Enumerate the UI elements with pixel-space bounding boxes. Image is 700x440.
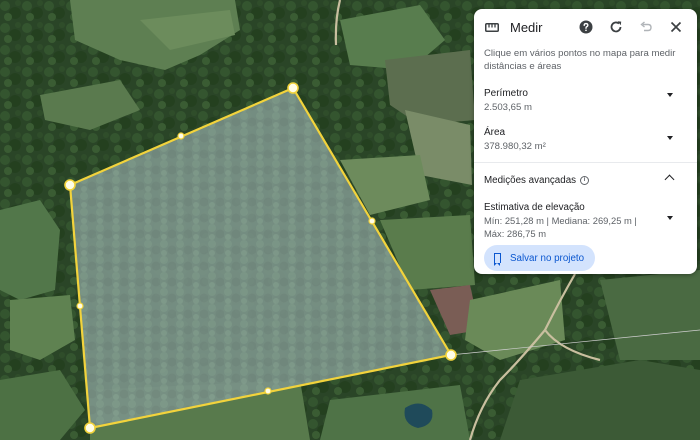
chevron-down-icon[interactable] [667, 216, 673, 220]
save-to-project-button[interactable]: Salvar no projeto [484, 245, 596, 271]
advanced-measurements-toggle[interactable]: Medições avançadas i [474, 163, 697, 197]
chevron-down-icon[interactable] [667, 136, 673, 140]
bookmark-icon [493, 253, 501, 266]
area-label: Área [484, 127, 506, 138]
midpoint-handle [177, 132, 185, 140]
midpoint-handle [368, 217, 376, 225]
refresh-icon[interactable] [603, 14, 629, 40]
undo-icon[interactable] [633, 14, 659, 40]
info-icon[interactable]: i [580, 175, 590, 185]
measure-panel: Medir Clique em vários pontos no mapa pa… [474, 9, 697, 274]
chevron-down-icon[interactable] [667, 93, 673, 97]
ruler-icon [484, 19, 500, 35]
vertex-point [64, 179, 76, 191]
elevation-section[interactable]: Estimativa de elevação Mín: 251,28 m | M… [474, 202, 697, 240]
vertex-point [84, 422, 96, 434]
help-icon[interactable] [573, 14, 599, 40]
vertex-point [287, 82, 299, 94]
save-button-label: Salvar no projeto [510, 252, 585, 264]
close-icon[interactable] [663, 14, 689, 40]
instruction-text: Clique em vários pontos no mapa para med… [484, 48, 676, 72]
panel-title: Medir [510, 19, 543, 35]
perimeter-label: Perímetro [484, 88, 528, 99]
area-section[interactable]: Área 378.980,32 m² [474, 127, 697, 152]
advanced-measurements-label: Medições avançadas [484, 174, 577, 186]
vertex-point [445, 349, 457, 361]
perimeter-section[interactable]: Perímetro 2.503,65 m [474, 88, 697, 113]
area-value: 378.980,32 m² [484, 141, 546, 152]
midpoint-handle [264, 387, 272, 395]
perimeter-value: 2.503,65 m [484, 102, 533, 113]
panel-header: Medir [474, 9, 697, 45]
chevron-up-icon[interactable] [664, 174, 675, 185]
midpoint-handle [76, 302, 84, 310]
elevation-label: Estimativa de elevação [484, 202, 585, 213]
elevation-value: Mín: 251,28 m | Mediana: 269,25 m | Máx:… [484, 215, 637, 239]
